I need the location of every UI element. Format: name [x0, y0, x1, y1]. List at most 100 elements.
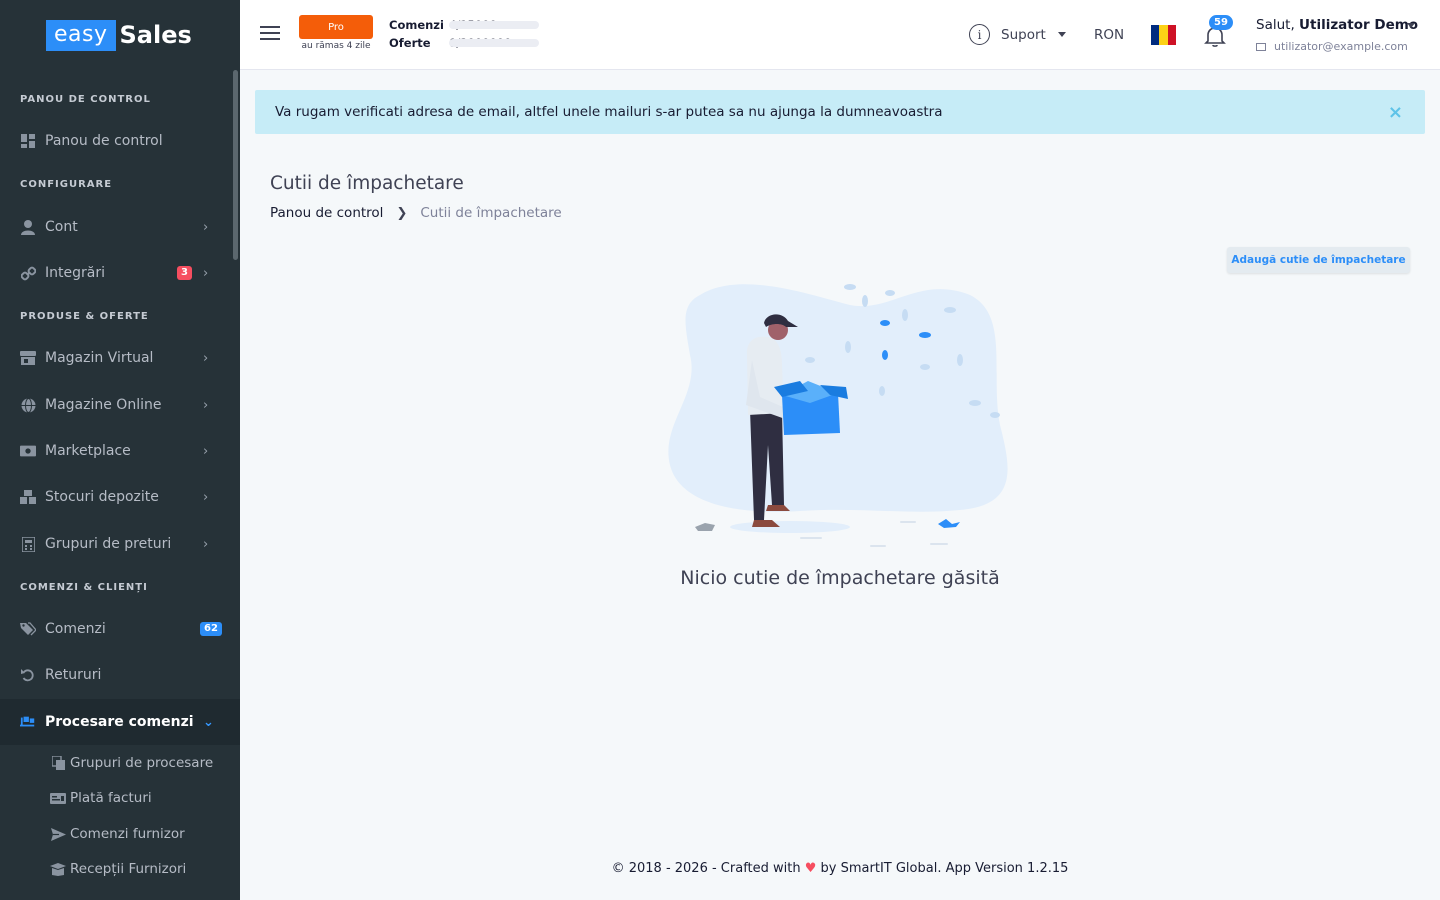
- sidebar-item-price-groups[interactable]: Grupuri de preturi ›: [0, 521, 240, 567]
- chevron-right-icon: ›: [203, 397, 209, 413]
- integrations-badge: 3: [177, 266, 192, 280]
- caret-down-icon: [1057, 32, 1066, 37]
- chevron-down-icon: ⌄: [203, 714, 214, 730]
- send-icon: [50, 826, 66, 842]
- section-title-config: CONFIGURARE: [20, 179, 113, 190]
- breadcrumb-home-link[interactable]: Panou de control: [270, 205, 383, 221]
- user-caret-icon[interactable]: [1407, 23, 1415, 28]
- envelope-icon: [1256, 42, 1266, 51]
- sidebar-item-dashboard[interactable]: Panou de control: [0, 118, 240, 164]
- sidebar-subitem-label: Comenzi furnizor: [70, 826, 185, 842]
- sidebar-subitem-label: Grupuri de procesare: [70, 755, 214, 771]
- footer-suffix: by SmartIT Global. App Version 1.2.15: [820, 861, 1069, 876]
- sidebar-item-virtual-store[interactable]: Magazin Virtual ›: [0, 335, 240, 381]
- money-icon: [20, 443, 36, 459]
- menu-toggle-icon[interactable]: [260, 26, 280, 42]
- sidebar-item-label: Cont: [45, 219, 78, 235]
- offers-quota-label: Oferte: [389, 36, 431, 50]
- info-icon: i: [969, 24, 990, 45]
- sidebar-item-orders[interactable]: Comenzi 62: [0, 606, 240, 652]
- romania-flag-icon[interactable]: [1151, 25, 1176, 45]
- sidebar-item-online-stores[interactable]: Magazine Online ›: [0, 382, 240, 428]
- sidebar-item-label: Retururi: [45, 667, 102, 683]
- store-icon: [20, 350, 36, 366]
- section-title-products: PRODUSE & OFERTE: [20, 311, 149, 322]
- user-name: Utilizator Demo: [1299, 17, 1419, 33]
- empty-state-message: Nicio cutie de împachetare găsită: [680, 567, 1000, 589]
- undo-icon: [20, 667, 36, 683]
- greeting: Salut,: [1256, 17, 1295, 33]
- alert-text: Va rugam verificati adresa de email, alt…: [275, 104, 943, 120]
- chevron-right-icon: ›: [203, 443, 209, 459]
- breadcrumb-current: Cutii de împachetare: [420, 205, 562, 221]
- footer: © 2018 - 2026 - Crafted with ♥ by SmartI…: [240, 861, 1440, 876]
- add-packing-box-button[interactable]: Adaugă cutie de împachetare: [1227, 247, 1410, 273]
- sidebar-item-label: Marketplace: [45, 443, 131, 459]
- open-box: [774, 381, 848, 435]
- sidebar-subitem-label: Plată facturi: [70, 790, 152, 806]
- support-dropdown[interactable]: i Suport: [969, 24, 1066, 45]
- sidebar-subitem-supplier-receptions[interactable]: Recepții Furnizori: [0, 852, 240, 886]
- sidebar-item-order-processing[interactable]: Procesare comenzi ⌄: [0, 699, 240, 745]
- sidebar-item-label: Procesare comenzi: [45, 714, 194, 730]
- sidebar-subitem-supplier-orders[interactable]: Comenzi furnizor: [0, 817, 240, 851]
- dashboard-icon: [20, 133, 36, 149]
- orders-badge: 62: [200, 622, 222, 636]
- sidebar-item-label: Grupuri de preturi: [45, 536, 172, 552]
- currency-selector[interactable]: RON: [1094, 27, 1124, 43]
- sidebar-item-label: Magazine Online: [45, 397, 162, 413]
- sidebar-item-label: Comenzi: [45, 621, 106, 637]
- logo-sales: Sales: [119, 21, 192, 49]
- section-title-orders: COMENZI & CLIENȚI: [20, 582, 148, 593]
- orders-quota-label: Comenzi: [389, 18, 444, 32]
- chevron-right-icon: ❯: [396, 205, 408, 221]
- sidebar-subitem-processing-groups[interactable]: Grupuri de procesare: [0, 746, 240, 780]
- logo-easy: easy: [46, 19, 116, 51]
- notifications-badge: 59: [1209, 15, 1233, 30]
- user-icon: [20, 219, 36, 235]
- support-label: Suport: [1001, 26, 1046, 43]
- top-header: Pro au rămas 4 zile Comenzi 4/15000 Ofer…: [240, 0, 1440, 70]
- close-icon[interactable]: ×: [1388, 102, 1403, 123]
- section-title-dashboard: PANOU DE CONTROL: [20, 94, 151, 105]
- link-icon: [20, 265, 36, 281]
- sidebar-item-returns[interactable]: Retururi: [0, 652, 240, 698]
- breadcrumb: Panou de control ❯ Cutii de împachetare: [270, 205, 562, 221]
- chevron-right-icon: ›: [203, 265, 209, 281]
- sidebar-subitem-label: Recepții Furnizori: [70, 861, 187, 877]
- sidebar-item-integrations[interactable]: Integrări 3 ›: [0, 250, 240, 296]
- heart-icon: ♥: [804, 861, 817, 876]
- copy-icon: [50, 755, 66, 771]
- plan-badge[interactable]: Pro: [299, 15, 373, 39]
- offers-quota-bar: [449, 39, 539, 47]
- sidebar-item-label: Magazin Virtual: [45, 350, 154, 366]
- money-check-icon: [50, 790, 66, 806]
- user-email: utilizator@example.com: [1274, 40, 1408, 53]
- chevron-right-icon: ›: [203, 219, 209, 235]
- email-verification-alert: Va rugam verificati adresa de email, alt…: [255, 90, 1425, 134]
- shadow-ellipse: [730, 521, 850, 533]
- page-title: Cutii de împachetare: [270, 173, 464, 194]
- sidebar-item-label: Integrări: [45, 265, 105, 281]
- calculator-icon: [20, 536, 36, 552]
- sidebar-subitem-invoice-payments[interactable]: Plată facturi: [0, 781, 240, 815]
- plan-remaining-days: au rămas 4 zile: [301, 41, 371, 51]
- footer-prefix: © 2018 - 2026 - Crafted with: [611, 861, 801, 876]
- truck-loading-icon: [20, 714, 36, 730]
- sidebar-item-warehouse-stock[interactable]: Stocuri depozite ›: [0, 474, 240, 520]
- chevron-right-icon: ›: [203, 350, 209, 366]
- sidebar-item-marketplace[interactable]: Marketplace ›: [0, 428, 240, 474]
- boxes-icon: [20, 489, 36, 505]
- orders-quota-bar: [449, 21, 539, 29]
- chevron-right-icon: ›: [203, 489, 209, 505]
- sidebar-item-account[interactable]: Cont ›: [0, 204, 240, 250]
- brand-logo[interactable]: easy Sales: [0, 0, 240, 70]
- sidebar-item-label: Stocuri depozite: [45, 489, 159, 505]
- chevron-right-icon: ›: [203, 536, 209, 552]
- box-open-icon: [50, 861, 66, 877]
- rock: [695, 523, 715, 531]
- user-menu[interactable]: Salut, Utilizator Demo: [1256, 17, 1418, 33]
- sidebar-item-label: Panou de control: [45, 133, 163, 149]
- user-email-row: utilizator@example.com: [1256, 40, 1408, 53]
- tags-icon: [20, 621, 36, 637]
